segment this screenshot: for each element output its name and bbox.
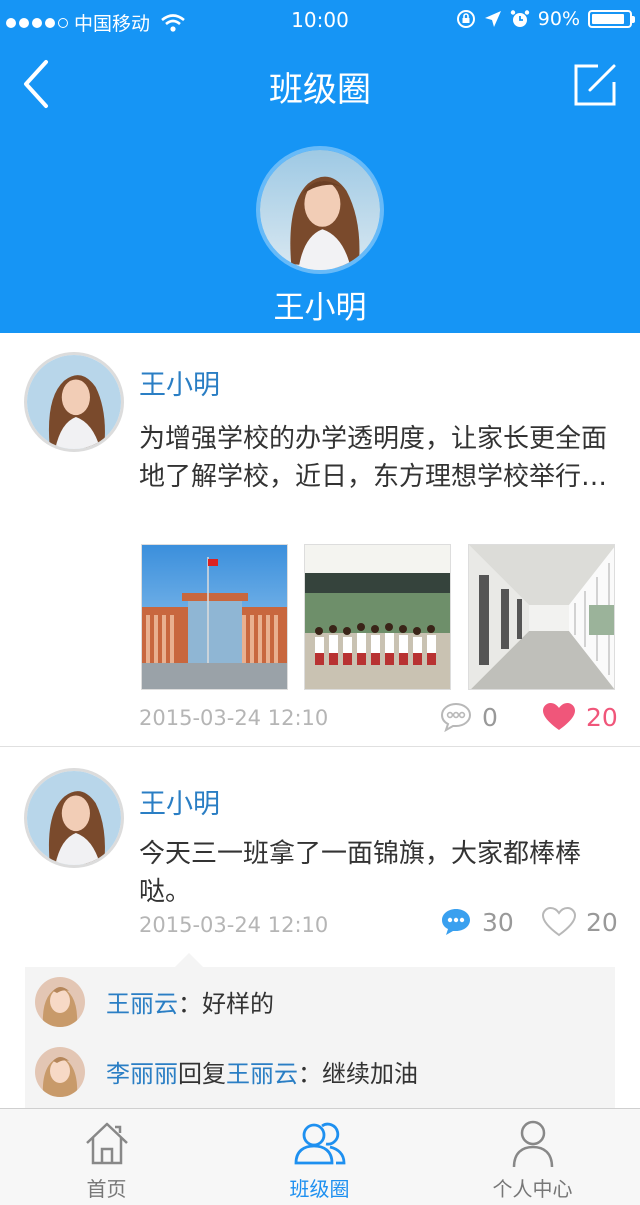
heart-filled-icon xyxy=(543,703,575,730)
battery-percent: 90% xyxy=(537,8,580,30)
author-avatar[interactable] xyxy=(24,352,124,452)
rotation-lock-icon xyxy=(456,10,475,28)
tab-profile[interactable]: 个人中心 xyxy=(426,1109,639,1205)
tab-label: 班级圈 xyxy=(289,1177,350,1201)
tab-label: 个人中心 xyxy=(492,1177,573,1201)
post-author[interactable]: 王小明 xyxy=(139,782,220,821)
comment-list: 王丽云：好样的 李丽丽回复王丽云：继续加油 xyxy=(25,953,615,1109)
comment-item[interactable]: 李丽丽回复王丽云：继续加油 xyxy=(25,1042,615,1102)
post-photo-school-building[interactable] xyxy=(141,544,288,690)
like-button[interactable]: 20 xyxy=(542,907,618,937)
compose-button[interactable] xyxy=(572,62,618,108)
comment-icon xyxy=(440,702,472,732)
reply-target-name[interactable]: 王丽云 xyxy=(226,1060,298,1088)
profile-name: 王小明 xyxy=(273,290,367,326)
like-button[interactable]: 20 xyxy=(542,702,618,732)
post-datetime: 2015-03-24 12:10 xyxy=(139,706,329,730)
profile-avatar[interactable] xyxy=(256,146,384,274)
post-author[interactable]: 王小明 xyxy=(139,363,220,402)
post-text: 为增强学校的办学透明度，让家长更全面地了解学校，近日，东方理想学校举行… xyxy=(139,424,608,492)
post-photo-corridor[interactable] xyxy=(468,544,615,690)
tab-label: 首页 xyxy=(86,1177,127,1201)
class-circle-icon xyxy=(294,1122,345,1165)
commenter-name[interactable]: 李丽丽 xyxy=(106,1060,178,1088)
tab-home[interactable]: 首页 xyxy=(0,1109,213,1205)
comment-text: 王丽云：好样的 xyxy=(106,990,274,1018)
tab-class-circle[interactable]: 班级圈 xyxy=(213,1109,426,1205)
commenter-avatar[interactable] xyxy=(35,977,85,1027)
author-avatar[interactable] xyxy=(24,768,124,868)
commenter-avatar[interactable] xyxy=(35,1047,85,1097)
comment-content: 好样的 xyxy=(202,990,274,1018)
tab-bar: 首页 班级圈 个人中心 xyxy=(0,1108,640,1205)
location-icon xyxy=(484,11,501,27)
commenter-name[interactable]: 王丽云 xyxy=(106,990,178,1018)
battery-icon xyxy=(588,10,635,28)
like-count: 20 xyxy=(586,907,618,937)
navigation-bar: 班级圈 xyxy=(0,40,640,128)
comment-text: 李丽丽回复王丽云：继续加油 xyxy=(106,1060,418,1088)
header: 中国移动 10:00 90% 班级圈 王小明 xyxy=(0,0,640,333)
page-title: 班级圈 xyxy=(269,70,371,110)
home-icon xyxy=(85,1122,128,1165)
post-photo-students-group[interactable] xyxy=(304,544,451,690)
like-count: 20 xyxy=(586,702,618,732)
post-meta-row: 2015-03-24 12:10 0 20 xyxy=(0,700,640,740)
comment-content: 继续加油 xyxy=(322,1060,418,1088)
comment-count: 30 xyxy=(482,907,514,937)
comment-filled-icon xyxy=(442,909,470,935)
post-datetime: 2015-03-24 12:10 xyxy=(139,913,329,937)
heart-outline-icon xyxy=(542,907,576,937)
comment-item[interactable]: 王丽云：好样的 xyxy=(25,972,615,1032)
comment-count-button[interactable]: 30 xyxy=(440,907,514,937)
person-icon xyxy=(512,1120,553,1168)
comment-count: 0 xyxy=(482,702,498,732)
class-circle-screen: 中国移动 10:00 90% 班级圈 王小明 王小明 为增强学校的办学透明度，让… xyxy=(0,0,640,1205)
comment-count-button[interactable]: 0 xyxy=(440,702,498,732)
post-text: 今天三一班拿了一面锦旗，大家都棒棒哒。 xyxy=(139,839,582,907)
status-bar: 中国移动 10:00 90% xyxy=(0,0,640,40)
feed-post: 王小明 今天三一班拿了一面锦旗，大家都棒棒哒。 2015-03-24 12:10… xyxy=(0,747,640,967)
alarm-icon xyxy=(510,10,529,27)
